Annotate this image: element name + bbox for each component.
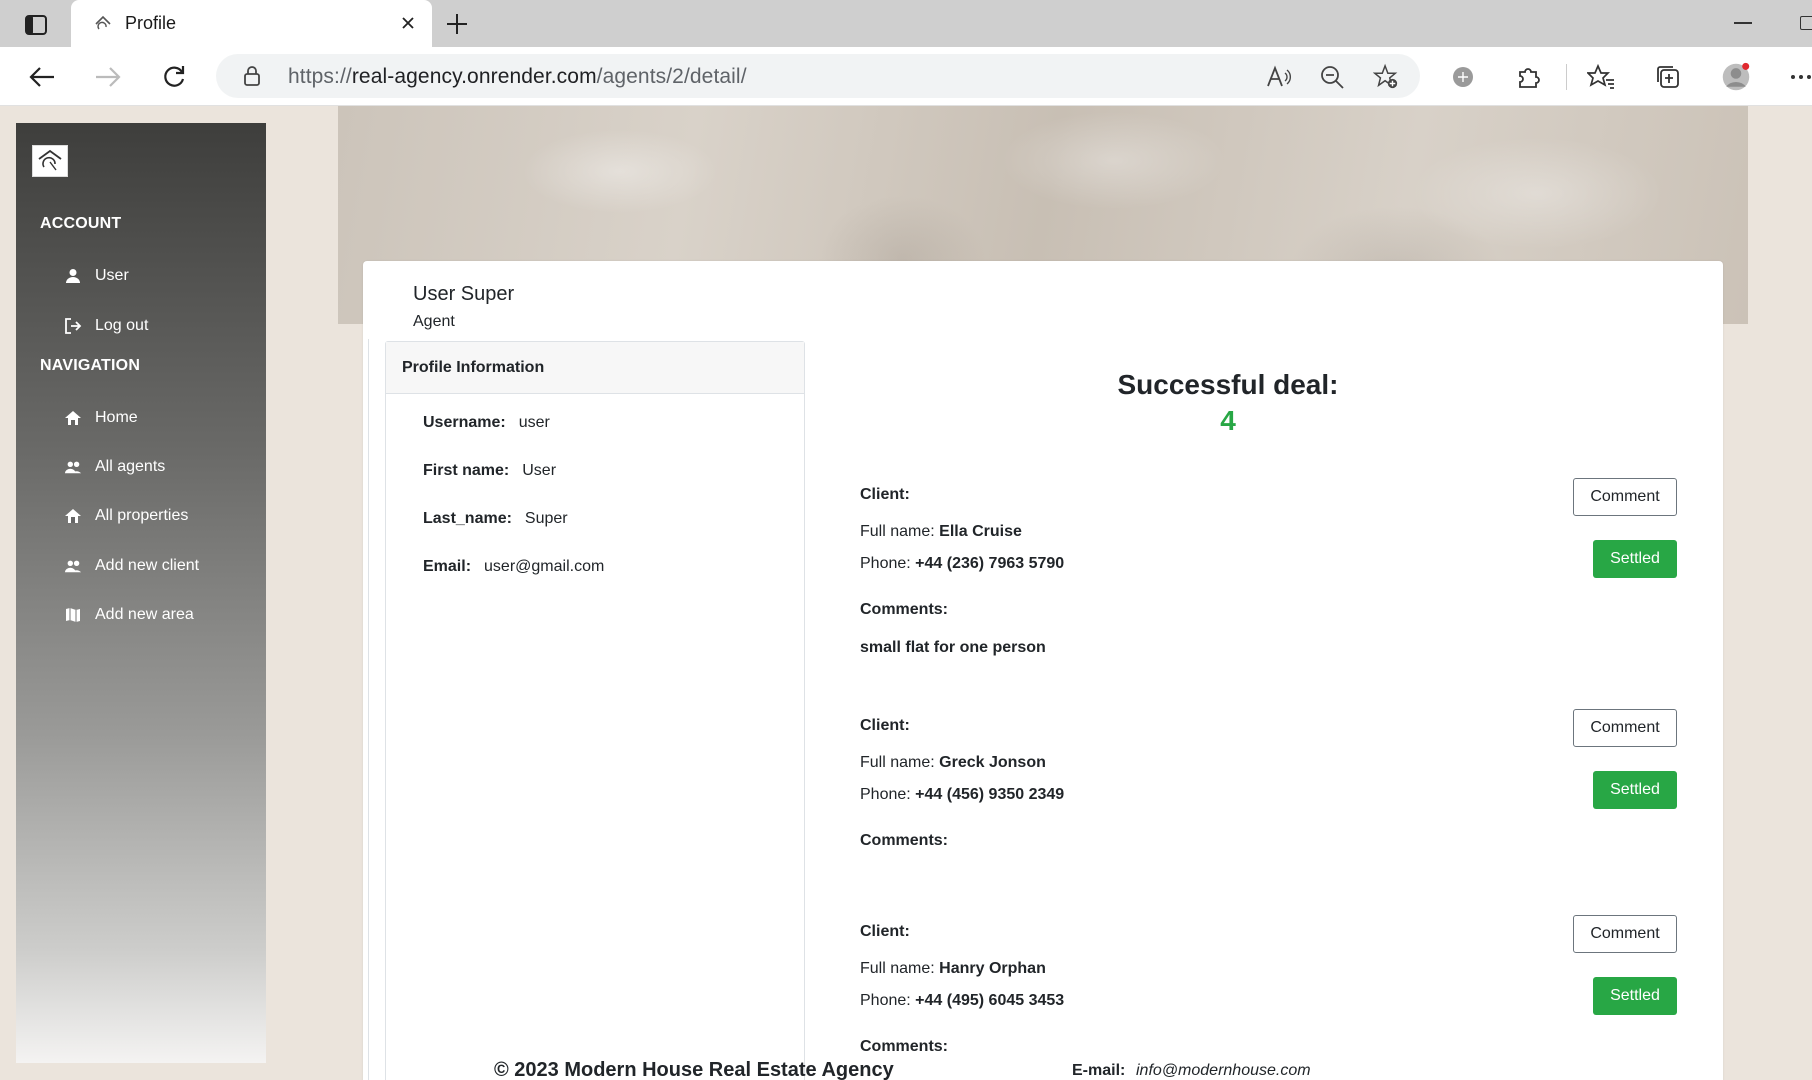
profile-field-first-name: First name: User	[423, 462, 556, 480]
field-value: User	[522, 462, 557, 479]
add-favorite-icon[interactable]	[1373, 63, 1399, 90]
profile-card: User Super Agent Profile Information Use…	[363, 261, 1723, 1080]
field-value: user@gmail.com	[484, 558, 605, 575]
client-phone: Phone: +44 (456) 9350 2349	[860, 786, 1065, 803]
profile-field-email: Email: user@gmail.com	[423, 558, 604, 576]
agency-logo[interactable]	[32, 145, 68, 177]
sidebar: ACCOUNT User Log out NAVIGATION Home All…	[16, 123, 266, 1063]
field-label: Email:	[423, 558, 472, 575]
sidebar-item-user[interactable]: User	[64, 263, 129, 289]
people-icon	[64, 557, 82, 575]
navigation-heading: NAVIGATION	[40, 357, 141, 374]
comment-button[interactable]: Comment	[1573, 709, 1677, 747]
extension-icon[interactable]	[1448, 62, 1478, 92]
sidebar-item-label: Add new client	[95, 557, 200, 574]
profile-role: Agent	[413, 313, 455, 330]
tab-title: Profile	[125, 13, 177, 33]
sidebar-item-home[interactable]: Home	[64, 405, 138, 431]
sidebar-item-label: Add new area	[95, 606, 194, 623]
footer-email-label: E-mail:	[1072, 1062, 1126, 1079]
houses-icon	[64, 507, 82, 525]
sidebar-item-label: Log out	[95, 317, 149, 334]
maximize-window-icon[interactable]	[1800, 16, 1812, 30]
profile-information-panel: Profile Information Username: user First …	[385, 341, 805, 1080]
extensions-puzzle-icon[interactable]	[1513, 62, 1543, 92]
client-comments-label: Comments:	[860, 832, 949, 849]
client-card: Client: Full name: Greck Jonson Phone: +…	[860, 709, 1680, 909]
logout-icon	[64, 317, 82, 335]
people-icon	[64, 458, 82, 476]
client-label: Client:	[860, 923, 910, 940]
client-card: Client: Full name: Hanry Orphan Phone: +…	[860, 915, 1680, 1080]
client-label: Client:	[860, 717, 910, 734]
client-phone: Phone: +44 (236) 7963 5790	[860, 555, 1065, 572]
sidebar-item-all-properties[interactable]: All properties	[64, 503, 188, 529]
successful-deal-count: 4	[1220, 405, 1236, 436]
field-value: Super	[524, 510, 568, 527]
profile-name: User Super	[413, 283, 515, 305]
new-tab-icon[interactable]	[443, 11, 471, 37]
toolbar-divider	[1566, 64, 1567, 90]
client-card: Client: Full name: Ella Cruise Phone: +4…	[860, 478, 1680, 678]
browser-tab-bar: Profile	[0, 0, 1812, 48]
favorites-icon[interactable]	[1586, 62, 1616, 92]
settled-button[interactable]: Settled	[1593, 771, 1677, 809]
successful-deal-title: Successful deal:	[1117, 369, 1339, 400]
client-phone: Phone: +44 (495) 6045 3453	[860, 992, 1065, 1009]
sidebar-item-add-new-client[interactable]: Add new client	[64, 553, 199, 579]
client-full-name: Full name: Hanry Orphan	[860, 960, 1046, 977]
collections-icon[interactable]	[1653, 62, 1683, 92]
comment-button[interactable]: Comment	[1573, 915, 1677, 953]
sidebar-item-label: All agents	[95, 458, 166, 475]
sidebar-item-logout[interactable]: Log out	[64, 313, 148, 339]
client-comment-text: small flat for one person	[860, 639, 1046, 656]
tab-actions-icon[interactable]	[14, 12, 58, 38]
client-full-name: Full name: Greck Jonson	[860, 754, 1046, 771]
back-icon[interactable]	[26, 61, 58, 93]
map-icon	[64, 606, 82, 624]
sidebar-item-label: Home	[95, 409, 138, 426]
minimize-window-icon[interactable]	[1734, 22, 1752, 24]
sidebar-item-add-new-area[interactable]: Add new area	[64, 602, 194, 628]
settled-button[interactable]: Settled	[1593, 540, 1677, 578]
sidebar-item-label: User	[95, 267, 129, 284]
zoom-out-icon[interactable]	[1319, 64, 1345, 90]
field-label: Last_name:	[423, 510, 512, 527]
field-label: First name:	[423, 462, 510, 479]
url-text: https://real-agency.onrender.com/agents/…	[288, 65, 747, 88]
client-full-name: Full name: Ella Cruise	[860, 523, 1022, 540]
read-aloud-icon[interactable]	[1266, 64, 1292, 90]
sidebar-item-all-agents[interactable]: All agents	[64, 454, 165, 480]
site-logo-icon	[93, 14, 113, 34]
page-content: ACCOUNT User Log out NAVIGATION Home All…	[0, 106, 1812, 1080]
home-icon	[64, 409, 82, 427]
browser-tab-profile[interactable]: Profile	[71, 0, 432, 48]
forward-icon[interactable]	[92, 61, 124, 93]
address-bar[interactable]: https://real-agency.onrender.com/agents/…	[216, 54, 1420, 98]
client-label: Client:	[860, 486, 910, 503]
browser-toolbar: https://real-agency.onrender.com/agents/…	[0, 47, 1812, 106]
page-footer: © 2023 Modern House Real Estate Agency E…	[0, 1059, 1812, 1080]
more-options-icon[interactable]	[1786, 62, 1812, 92]
footer-copyright: © 2023 Modern House Real Estate Agency	[494, 1059, 894, 1080]
client-comments-label: Comments:	[860, 601, 949, 618]
lock-icon[interactable]	[242, 65, 262, 87]
client-comments-label: Comments:	[860, 1038, 949, 1055]
sidebar-item-label: All properties	[95, 507, 189, 524]
divider	[368, 339, 369, 1080]
settled-button[interactable]: Settled	[1593, 977, 1677, 1015]
refresh-icon[interactable]	[158, 61, 190, 93]
person-icon	[64, 267, 82, 285]
comment-button[interactable]: Comment	[1573, 478, 1677, 516]
profile-field-last-name: Last_name: Super	[423, 510, 568, 528]
profile-avatar-icon[interactable]	[1721, 62, 1751, 92]
footer-email-link[interactable]: info@modernhouse.com	[1136, 1062, 1311, 1080]
account-heading: ACCOUNT	[40, 215, 122, 232]
close-tab-icon[interactable]	[398, 13, 418, 33]
